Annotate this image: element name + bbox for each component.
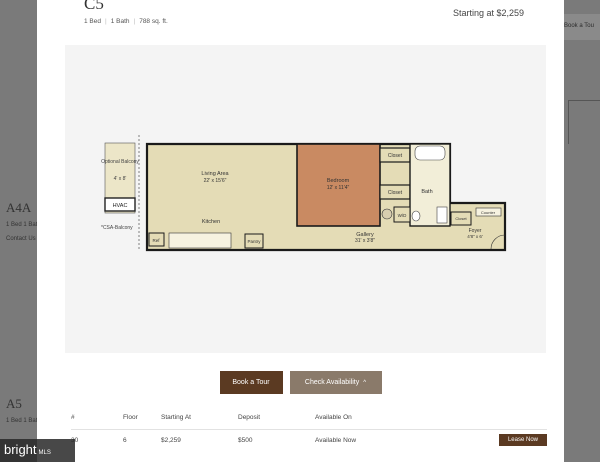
kitchen-counter: [168, 232, 232, 249]
unit-meta: 1 Bed 1 Bath: [6, 418, 41, 424]
water-heater: [381, 208, 393, 220]
col-starting-at: Starting At: [161, 414, 191, 421]
bathtub: [414, 145, 446, 161]
col-available-on: Available On: [315, 414, 352, 421]
vanity: [436, 206, 448, 224]
bath-label: Bath: [421, 189, 432, 195]
plan-name: C5: [84, 0, 104, 13]
baths: 1 Bath: [110, 18, 130, 25]
floorplan-drawing: Optional Balcony 4' x 8' HVAC *CSA-Balco…: [101, 135, 507, 252]
foyer-dims: 4'8" x 6': [467, 234, 483, 239]
sqft: 788 sq. ft.: [139, 18, 168, 25]
floorplan-image: Optional Balcony 4' x 8' HVAC *CSA-Balco…: [65, 45, 546, 353]
counter-label: Counter: [481, 210, 496, 215]
unit-name: A5: [6, 396, 22, 411]
table-header: # Floor Starting At Deposit Available On: [71, 414, 547, 430]
ref-label: Ref: [152, 238, 160, 243]
living-area-label: Living Area: [201, 171, 229, 177]
starting-price: Starting at $2,259: [452, 8, 524, 18]
availability-table: # Floor Starting At Deposit Available On…: [71, 414, 547, 450]
plan-meta: 1 Bed | 1 Bath | 788 sq. ft.: [84, 18, 168, 25]
divider: |: [133, 18, 136, 25]
balcony-dims: 4' x 8': [114, 176, 127, 182]
table-row: 30 6 $2,259 $500 Available Now Lease Now: [71, 430, 547, 450]
check-availability-label: Check Availability: [304, 379, 360, 386]
closet-1-label: Closet: [388, 153, 403, 159]
watermark-brand: bright: [4, 442, 37, 457]
balcony-label: Optional Balcony: [101, 159, 139, 165]
lease-now-button[interactable]: Lease Now: [498, 434, 547, 446]
kitchen-label: Kitchen: [202, 219, 220, 225]
modal-actions: Book a Tour Check Availability ^: [37, 371, 564, 394]
unit-card-a4a[interactable]: A4A 1 Bed 1 Bath Contact Us: [6, 200, 41, 242]
contact-us-link[interactable]: Contact Us: [6, 236, 41, 242]
book-tour-button[interactable]: Book a Tour: [219, 371, 283, 394]
foyer-closet-label: Closet: [455, 216, 467, 221]
cell-unit: 30: [71, 437, 123, 444]
watermark-suffix: MLS: [38, 450, 51, 456]
bedroom-label: Bedroom: [327, 178, 350, 184]
beds: 1 Bed: [84, 18, 101, 25]
closet-2-label: Closet: [388, 190, 403, 196]
cell-price: $2,259: [161, 436, 181, 444]
unit-meta: 1 Bed 1 Bath: [6, 222, 41, 228]
cell-action: Lease Now: [489, 434, 547, 446]
floorplan-modal: C5 1 Bed | 1 Bath | 788 sq. ft. Starting…: [37, 0, 564, 462]
pantry-label: Pantry: [247, 239, 261, 244]
cell-floor: 6: [123, 436, 127, 444]
living-area-dims: 22' x 15'6": [204, 178, 227, 184]
hvac-label: HVAC: [113, 203, 128, 209]
check-availability-button[interactable]: Check Availability ^: [289, 371, 382, 394]
unit-name: A4A: [6, 200, 32, 215]
toilet: [411, 210, 421, 222]
col-deposit: Deposit: [238, 414, 261, 421]
book-tour-button-bg[interactable]: Book a Tou: [560, 14, 600, 40]
chevron-up-icon: ^: [363, 379, 367, 386]
gallery-dims: 31' x 3'8": [355, 238, 375, 244]
wd-label: W/D: [398, 213, 407, 218]
floorplan-thumbnail[interactable]: [568, 100, 600, 144]
bedroom-dims: 12' x 11'4": [327, 185, 350, 191]
col-unit: #: [71, 414, 75, 421]
bright-mls-watermark: bright MLS: [0, 439, 75, 462]
divider: |: [105, 18, 107, 25]
col-action: [489, 414, 547, 429]
col-floor: Floor: [123, 414, 138, 421]
unit-card-a5[interactable]: A5 1 Bed 1 Bath: [6, 396, 41, 424]
csa-balcony-label: *CSA-Balcony: [101, 225, 133, 231]
cell-deposit: $500: [238, 436, 253, 444]
cell-available: Available Now: [315, 436, 357, 444]
